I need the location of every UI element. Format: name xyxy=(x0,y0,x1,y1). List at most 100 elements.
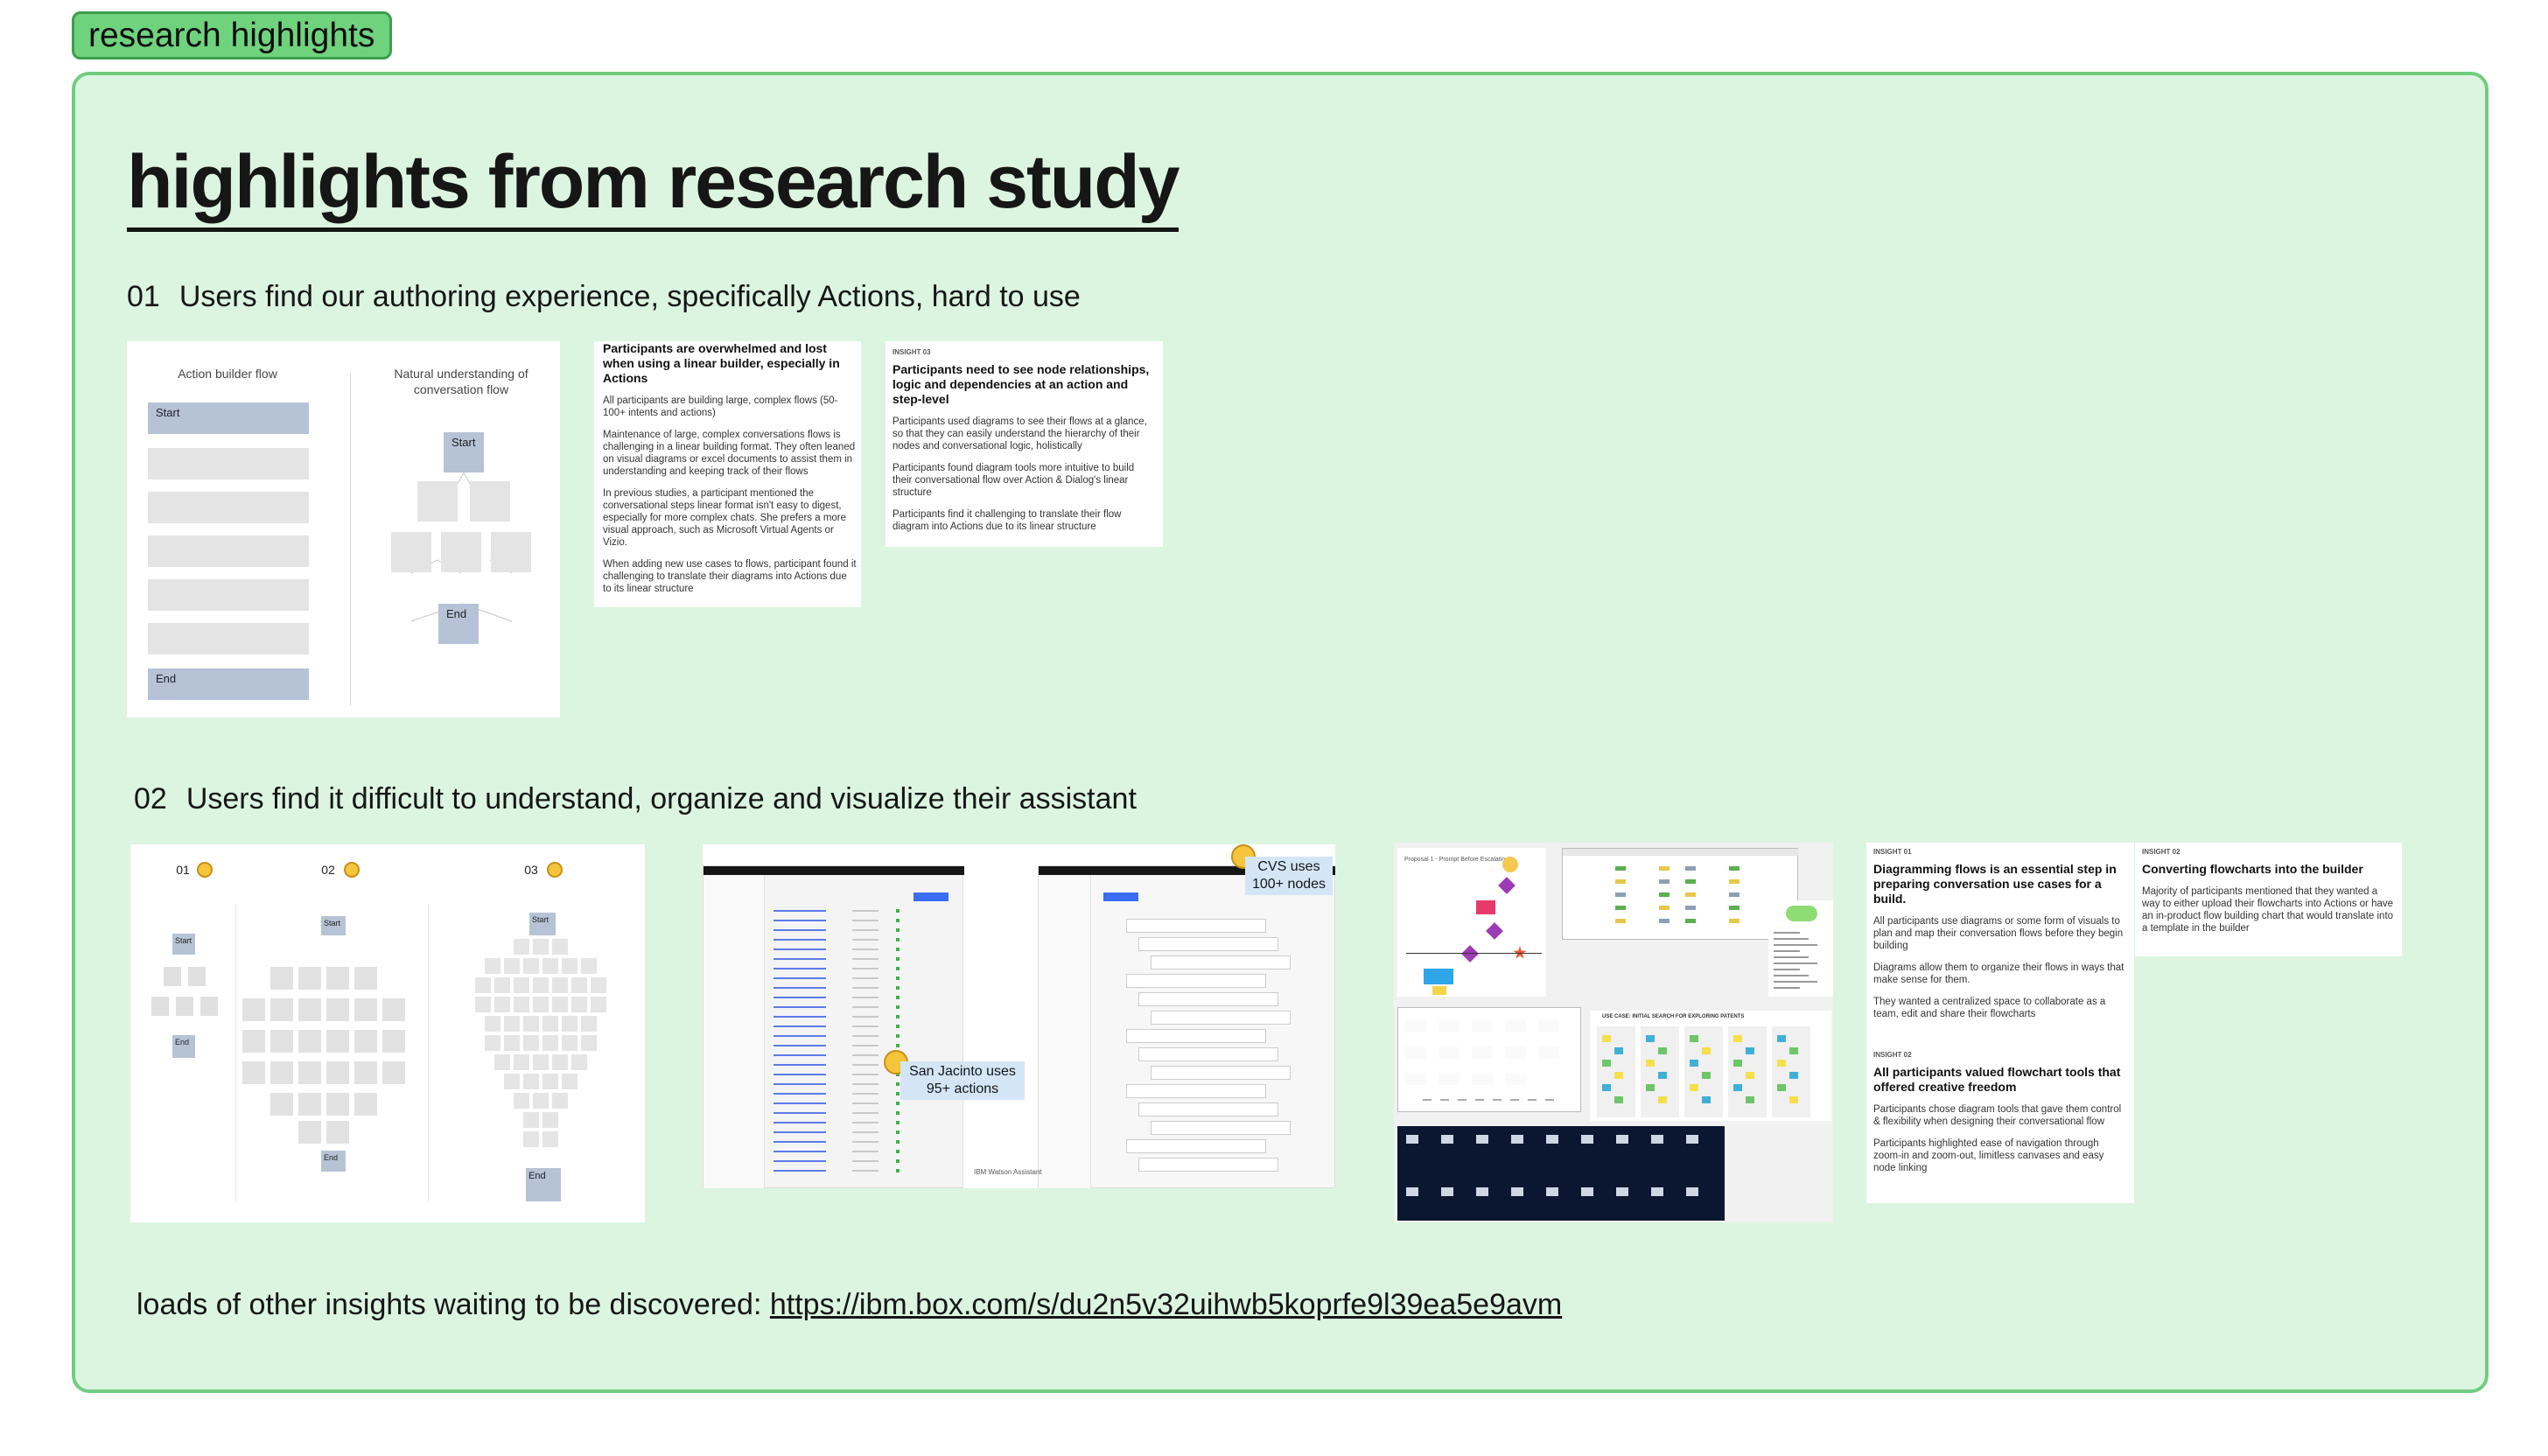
decor-block xyxy=(523,958,539,974)
decor-block xyxy=(1777,1060,1786,1067)
decor-block xyxy=(1615,866,1626,871)
start-node: Start xyxy=(321,916,346,935)
research-highlights-tag[interactable]: research highlights xyxy=(72,11,392,60)
decor-block xyxy=(774,968,826,970)
decor-block xyxy=(852,1083,878,1085)
decor-block xyxy=(1510,1099,1519,1101)
decor-block xyxy=(523,1131,539,1147)
decor-block xyxy=(1441,1187,1453,1196)
decor-block xyxy=(1685,906,1696,910)
decor-block xyxy=(852,968,878,970)
builder-screenshot xyxy=(1562,848,1799,940)
decor-block xyxy=(1472,1073,1493,1085)
flow-connectors xyxy=(410,472,513,622)
end-node: End xyxy=(321,1151,346,1172)
decor-block xyxy=(1774,975,1809,976)
insight-card-converting[interactable]: INSIGHT 02 Converting flowcharts into th… xyxy=(2135,843,2402,956)
decor-block xyxy=(298,1093,321,1116)
decor-block xyxy=(533,977,549,993)
decor-block xyxy=(852,1141,878,1143)
decor-block xyxy=(896,1130,900,1134)
assistant-screens-card[interactable]: CVS uses 100+ nodes San Jacinto uses 95+… xyxy=(703,844,1335,1188)
decor-block xyxy=(533,997,549,1012)
decor-block xyxy=(1438,1020,1460,1032)
decor-block xyxy=(1602,1060,1611,1067)
decor-block xyxy=(896,1150,900,1153)
decor-block xyxy=(1774,981,1817,983)
decor-block xyxy=(852,1016,878,1018)
insight-bullet: Participants found diagram tools more in… xyxy=(892,463,1135,498)
decor-block xyxy=(1538,1046,1559,1059)
decor-block xyxy=(581,958,597,974)
notes-screenshot xyxy=(1768,900,1833,997)
insight-bullet: Diagrams allow them to organize their fl… xyxy=(1873,962,2124,985)
start-node: Start xyxy=(172,934,195,955)
flow-comparison-card[interactable]: Action builder flow Natural understandin… xyxy=(127,341,560,718)
decor-block xyxy=(571,1054,587,1070)
stage-label: 03 xyxy=(524,863,538,877)
decor-block xyxy=(523,1016,539,1032)
diagram-tools-collage[interactable]: Proposal 1 - Prompt Before Escalating US… xyxy=(1394,843,1833,1222)
decor-block xyxy=(326,1061,349,1084)
decor-block xyxy=(896,948,900,951)
decor-block xyxy=(1686,1135,1698,1144)
actions-list-screenshot xyxy=(703,865,964,1188)
decor-block xyxy=(774,929,826,931)
decor-block xyxy=(1438,1073,1460,1085)
insight-text: INSIGHT 03 Participants need to see node… xyxy=(892,346,1155,542)
decor-block xyxy=(1685,866,1696,871)
decor-block xyxy=(774,920,826,921)
decor-block xyxy=(1615,919,1626,923)
decor-block xyxy=(774,1045,826,1046)
tree-node xyxy=(1138,1102,1278,1116)
decor-block xyxy=(1658,1047,1667,1054)
insight-bullet: Participants find it challenging to tran… xyxy=(892,509,1122,532)
decor-block xyxy=(852,1026,878,1027)
tree-node xyxy=(1126,919,1266,933)
insight-card-node-relationships[interactable]: INSIGHT 03 Participants need to see node… xyxy=(886,341,1163,547)
decor-block xyxy=(581,1016,597,1032)
decor-block xyxy=(542,1131,558,1147)
decor-block xyxy=(1614,1072,1623,1079)
decor-block xyxy=(852,1006,878,1008)
decor-block xyxy=(1658,1096,1667,1103)
decor-block xyxy=(774,1160,826,1162)
decor-block xyxy=(774,1064,826,1066)
decor-block xyxy=(896,1092,900,1096)
decor-block xyxy=(852,958,878,960)
insight-card-diagramming[interactable]: INSIGHT 01 Diagramming flows is an essen… xyxy=(1866,843,2134,1203)
insights-link[interactable]: https://ibm.box.com/s/du2n5v32uihwb5kopr… xyxy=(770,1288,1562,1321)
decor-block xyxy=(326,967,349,990)
flow-growth-card[interactable]: 01 02 03 Start End Start End Start End xyxy=(130,844,645,1222)
decor-block xyxy=(1614,1047,1623,1054)
insight-card-overwhelmed[interactable]: Participants are overwhelmed and lost wh… xyxy=(594,341,861,607)
decor-block xyxy=(552,1093,568,1109)
decor-block xyxy=(774,987,826,989)
decor-block xyxy=(514,1093,529,1109)
decor-block xyxy=(581,1035,597,1051)
decor-block xyxy=(1546,1135,1558,1144)
whiteboard-screenshot xyxy=(1397,1007,1581,1112)
decor-block xyxy=(298,1121,321,1144)
insight-bullet: All participants are building large, com… xyxy=(603,396,838,418)
insight-bullet: Participants chose diagram tools that ga… xyxy=(1873,1104,2122,1127)
tree-node xyxy=(1151,956,1291,970)
decor-block xyxy=(852,920,878,921)
decor-block xyxy=(504,958,520,974)
decor-block xyxy=(852,1054,878,1056)
tree-node xyxy=(1138,992,1278,1006)
decor-block xyxy=(1685,879,1696,884)
decor-block xyxy=(774,1016,826,1018)
decor-block xyxy=(494,977,510,993)
decor-block xyxy=(523,1074,539,1089)
decor-block xyxy=(1646,1060,1655,1067)
decor-block xyxy=(1733,1084,1742,1091)
decor-block xyxy=(533,1054,549,1070)
decor-block xyxy=(1774,944,1817,946)
decor-block xyxy=(504,1035,520,1051)
flow-node xyxy=(491,532,531,572)
stage-label: 02 xyxy=(321,863,335,877)
emoji-icon xyxy=(547,862,563,878)
decor-block xyxy=(1659,879,1670,884)
decor-block xyxy=(326,998,349,1021)
